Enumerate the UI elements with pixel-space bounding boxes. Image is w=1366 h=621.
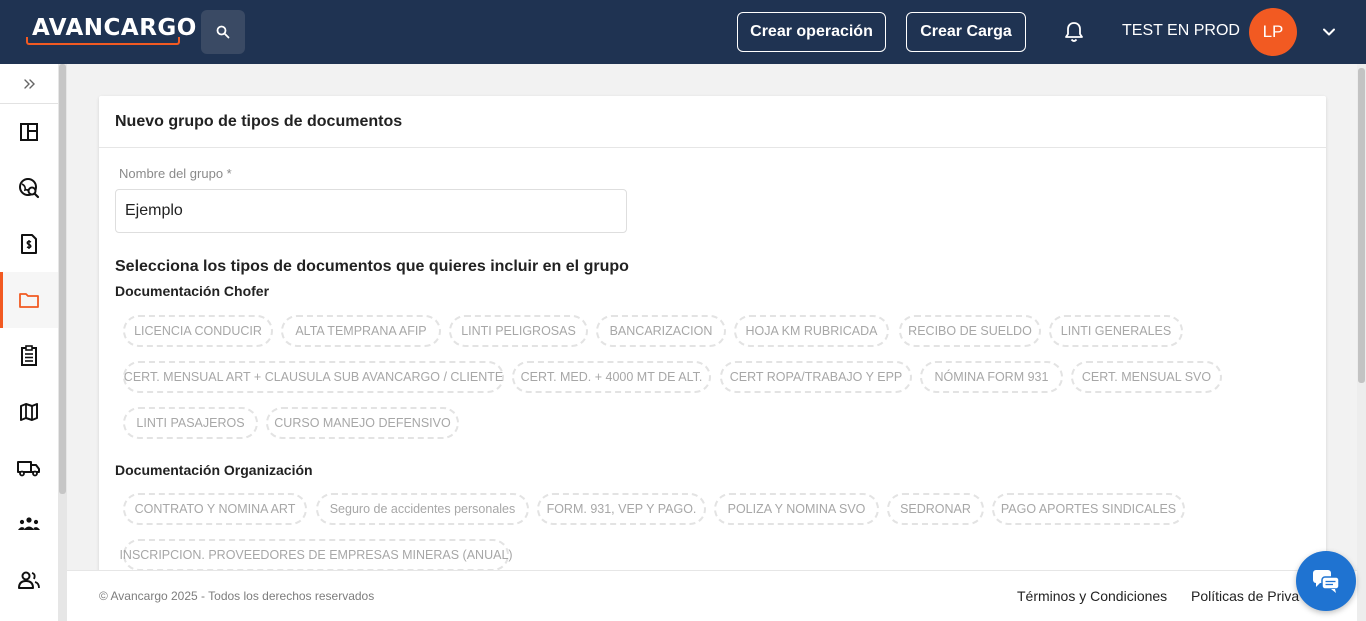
chevron-down-icon bbox=[1323, 28, 1335, 36]
double-chevron-right-icon bbox=[24, 79, 35, 89]
sidebar-expand-button[interactable] bbox=[20, 76, 38, 92]
privacy-link[interactable]: Políticas de Priva bbox=[1191, 588, 1299, 604]
main-content: Nuevo grupo de tipos de documentos Nombr… bbox=[67, 64, 1357, 570]
document-chip[interactable]: CERT ROPA/TRABAJO Y EPP bbox=[720, 361, 912, 393]
document-chip[interactable]: Seguro de accidentes personales bbox=[316, 493, 529, 525]
search-icon bbox=[216, 25, 230, 39]
invoice-icon bbox=[21, 234, 37, 254]
user-menu-toggle[interactable] bbox=[1321, 24, 1337, 40]
group-icon bbox=[18, 517, 40, 530]
document-chip[interactable]: CERT. MENSUAL SVO bbox=[1071, 361, 1222, 393]
chat-bubbles-icon bbox=[1313, 570, 1340, 593]
search-button[interactable] bbox=[201, 10, 245, 54]
sidebar-item-tracking[interactable] bbox=[0, 160, 58, 216]
avatar[interactable]: LP bbox=[1249, 8, 1297, 56]
document-chip[interactable]: CURSO MANEJO DEFENSIVO bbox=[266, 407, 459, 439]
create-load-button[interactable]: Crear Carga bbox=[906, 12, 1026, 52]
document-chip[interactable]: CERT. MENSUAL ART + CLAUSULA SUB AVANCAR… bbox=[123, 361, 504, 393]
sidebar-item-map[interactable] bbox=[0, 384, 58, 440]
globe-search-icon bbox=[19, 178, 40, 199]
folder-icon bbox=[19, 293, 39, 308]
copyright-text: © Avancargo 2025 - Todos los derechos re… bbox=[99, 589, 375, 603]
document-chip[interactable]: LICENCIA CONDUCIR bbox=[123, 315, 273, 347]
document-chip[interactable]: FORM. 931, VEP Y PAGO. bbox=[537, 493, 706, 525]
document-chip[interactable]: CERT. MED. + 4000 MT DE ALT. bbox=[512, 361, 711, 393]
document-chip[interactable]: INSCRIPCION. PROVEEDORES DE EMPRESAS MIN… bbox=[119, 539, 513, 570]
organization-documents-title: Documentación Organización bbox=[115, 462, 313, 478]
document-chip[interactable]: NÓMINA FORM 931 bbox=[920, 361, 1063, 393]
clipboard-icon bbox=[21, 345, 37, 366]
main-scrollbar-thumb[interactable] bbox=[1358, 68, 1365, 383]
map-icon bbox=[20, 403, 38, 421]
avancargo-logo[interactable]: AVANCARGO bbox=[26, 15, 196, 45]
sidebar-item-users[interactable] bbox=[0, 552, 58, 608]
terms-link[interactable]: Términos y Condiciones bbox=[1017, 588, 1167, 604]
dashboard-icon bbox=[20, 123, 38, 141]
create-operation-button[interactable]: Crear operación bbox=[737, 12, 886, 52]
sidebar-item-dashboard[interactable] bbox=[0, 104, 58, 160]
document-chip[interactable]: RECIBO DE SUELDO bbox=[899, 315, 1041, 347]
notifications-button[interactable] bbox=[1063, 20, 1085, 44]
group-name-input[interactable] bbox=[115, 189, 627, 233]
user-name[interactable]: TEST EN PROD bbox=[1122, 22, 1240, 40]
document-chip[interactable]: BANCARIZACION bbox=[596, 315, 726, 347]
document-chip[interactable]: PAGO APORTES SINDICALES bbox=[992, 493, 1185, 525]
selection-title: Selecciona los tipos de documentos que q… bbox=[115, 258, 629, 275]
document-chip[interactable]: LINTI PASAJEROS bbox=[123, 407, 258, 439]
footer: © Avancargo 2025 - Todos los derechos re… bbox=[67, 570, 1357, 621]
document-chip[interactable]: ALTA TEMPRANA AFIP bbox=[281, 315, 441, 347]
group-name-label: Nombre del grupo * bbox=[119, 166, 232, 181]
document-chip[interactable]: POLIZA Y NOMINA SVO bbox=[714, 493, 879, 525]
sidebar-item-documents[interactable] bbox=[0, 272, 58, 328]
truck-icon bbox=[17, 461, 40, 477]
document-chip[interactable]: SEDRONAR bbox=[887, 493, 984, 525]
sidebar-item-invoices[interactable] bbox=[0, 216, 58, 272]
sidebar-item-tasks[interactable] bbox=[0, 328, 58, 384]
top-navigation-bar: AVANCARGO Crear operación Crear Carga TE… bbox=[0, 0, 1366, 64]
logo-underline bbox=[26, 37, 180, 45]
sidebar-item-fleet[interactable] bbox=[0, 440, 58, 496]
document-chip[interactable]: CONTRATO Y NOMINA ART bbox=[123, 493, 307, 525]
document-chip[interactable]: LINTI GENERALES bbox=[1049, 315, 1183, 347]
sidebar-scrollbar-thumb[interactable] bbox=[59, 64, 66, 494]
document-chip[interactable]: LINTI PELIGROSAS bbox=[449, 315, 588, 347]
card-divider bbox=[99, 147, 1326, 148]
driver-documents-title: Documentación Chofer bbox=[115, 283, 270, 299]
chat-button[interactable] bbox=[1296, 551, 1356, 611]
document-group-form-card: Nuevo grupo de tipos de documentos Nombr… bbox=[99, 96, 1326, 570]
page-title: Nuevo grupo de tipos de documentos bbox=[115, 113, 403, 130]
bell-icon bbox=[1065, 22, 1083, 42]
sidebar-item-groups[interactable] bbox=[0, 496, 58, 552]
users-icon bbox=[18, 571, 40, 589]
document-chip[interactable]: HOJA KM RUBRICADA bbox=[734, 315, 889, 347]
